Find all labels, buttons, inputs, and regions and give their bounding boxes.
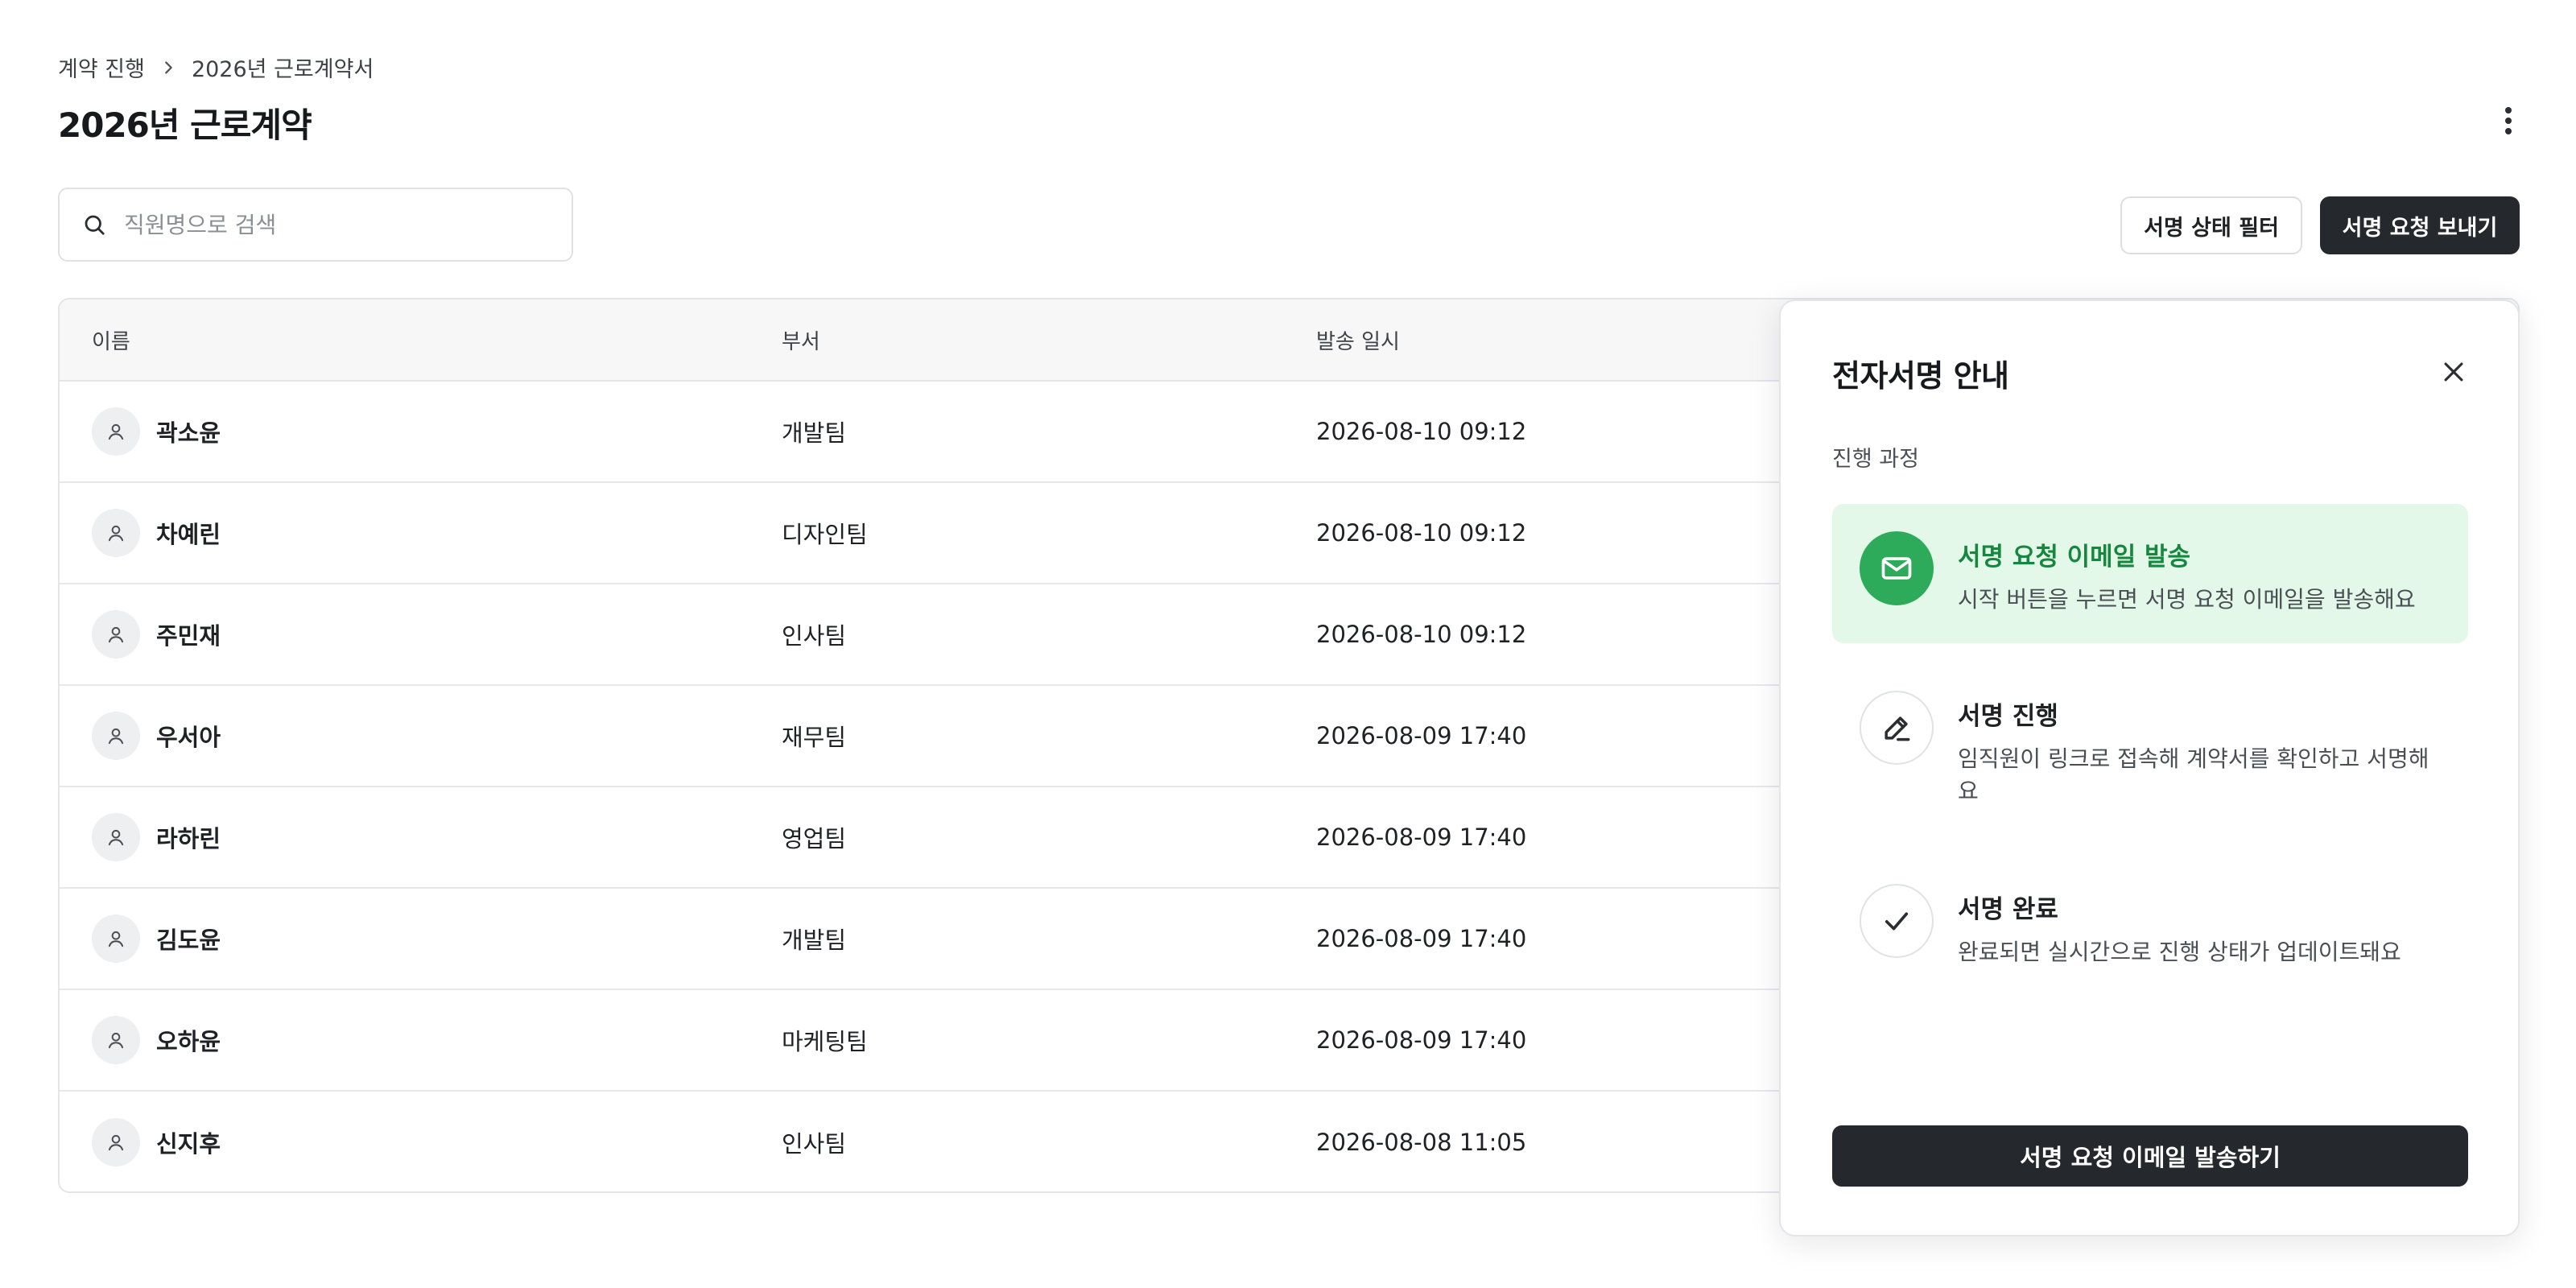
cell-dept: 개발팀 [782,927,847,954]
user-avatar-icon [92,407,140,456]
panel-title: 전자서명 안내 [1832,358,2009,394]
employee-name: 차예린 [156,521,221,548]
breadcrumb: 계약 진행 2026년 근로계약서 [58,52,374,83]
employee-name: 김도윤 [156,927,221,954]
employee-name: 신지후 [156,1130,221,1158]
step-title: 서명 요청 이메일 발송 [1958,543,2191,572]
close-icon [2444,362,2463,382]
search-icon [85,215,105,235]
user-avatar-icon [92,813,140,861]
cell-sent-at: 2026-08-08 11:05 [1316,1129,1527,1156]
column-header-sent-at: 발송 일시 [1316,329,1400,354]
search-input[interactable] [122,210,541,239]
more-vertical-icon [2505,107,2512,134]
cell-sent-at: 2026-08-09 17:40 [1316,722,1527,749]
esign-guide-panel: 전자서명 안내 진행 과정 서명 요청 이메일 발송 시작 버튼을 누르면 서명… [1779,299,2520,1236]
cell-sent-at: 2026-08-09 17:40 [1316,925,1527,952]
cell-sent-at: 2026-08-10 09:12 [1316,418,1527,445]
cell-name: 라하린 [60,813,782,861]
cell-name: 주민재 [60,610,782,658]
pen-icon [1860,691,1934,765]
step-description: 완료되면 실시간으로 진행 상태가 업데이트돼요 [1958,939,2401,965]
employee-name: 라하린 [156,825,221,852]
step-signing: 서명 진행 임직원이 링크로 접속해 계약서를 확인하고 서명해요 [1832,663,2468,835]
close-panel-button[interactable] [2438,356,2470,388]
cell-name: 차예린 [60,509,782,557]
search-box [58,188,573,262]
user-avatar-icon [92,914,140,963]
cell-name: 오하윤 [60,1016,782,1064]
step-email-sent: 서명 요청 이메일 발송 시작 버튼을 누르면 서명 요청 이메일을 발송해요 [1832,504,2468,643]
send-email-button[interactable]: 서명 요청 이메일 발송하기 [1832,1125,2468,1187]
breadcrumb-item-contracts[interactable]: 계약 진행 [58,52,145,83]
step-description: 임직원이 링크로 접속해 계약서를 확인하고 서명해요 [1958,745,2429,804]
cell-sent-at: 2026-08-09 17:40 [1316,1026,1527,1054]
user-avatar-icon [92,509,140,557]
column-header-dept: 부서 [782,329,820,354]
step-title: 서명 진행 [1958,702,2058,731]
employee-name: 주민재 [156,622,221,650]
user-avatar-icon [92,610,140,658]
employee-name: 오하윤 [156,1028,221,1055]
step-description: 시작 버튼을 누르면 서명 요청 이메일을 발송해요 [1958,586,2416,613]
cell-dept: 디자인팀 [782,521,868,548]
cell-dept: 개발팀 [782,419,847,447]
step-completed: 서명 완료 완료되면 실시간으로 진행 상태가 업데이트돼요 [1832,857,2468,996]
user-avatar-icon [92,1016,140,1064]
cell-name: 신지후 [60,1118,782,1166]
column-header-name: 이름 [92,329,130,354]
cell-sent-at: 2026-08-10 09:12 [1316,621,1527,648]
cell-dept: 영업팀 [782,825,847,852]
cell-name: 우서아 [60,712,782,760]
cell-dept: 인사팀 [782,622,847,650]
cell-sent-at: 2026-08-10 09:12 [1316,519,1527,547]
send-request-button[interactable]: 서명 요청 보내기 [2320,196,2520,254]
user-avatar-icon [92,712,140,760]
contract-page: 계약 진행 2026년 근로계약서 2026년 근로계약 서명 상태 필터 서명… [0,0,2576,1288]
cell-dept: 재무팀 [782,724,847,751]
cell-sent-at: 2026-08-09 17:40 [1316,824,1527,851]
check-icon [1860,884,1934,958]
cell-name: 곽소윤 [60,407,782,456]
status-filter-button[interactable]: 서명 상태 필터 [2120,196,2302,254]
cell-name: 김도윤 [60,914,782,963]
panel-subtitle: 진행 과정 [1832,447,1919,472]
more-options-button[interactable] [2491,103,2526,138]
cell-dept: 인사팀 [782,1130,847,1158]
page-title: 2026년 근로계약 [58,105,312,145]
step-title: 서명 완료 [1958,895,2058,924]
cell-dept: 마케팅팀 [782,1028,868,1055]
breadcrumb-item-current[interactable]: 2026년 근로계약서 [192,52,374,83]
employee-name: 우서아 [156,724,221,751]
user-avatar-icon [92,1118,140,1166]
chevron-right-icon [159,59,177,76]
mail-icon [1860,531,1934,605]
employee-name: 곽소윤 [156,419,221,447]
